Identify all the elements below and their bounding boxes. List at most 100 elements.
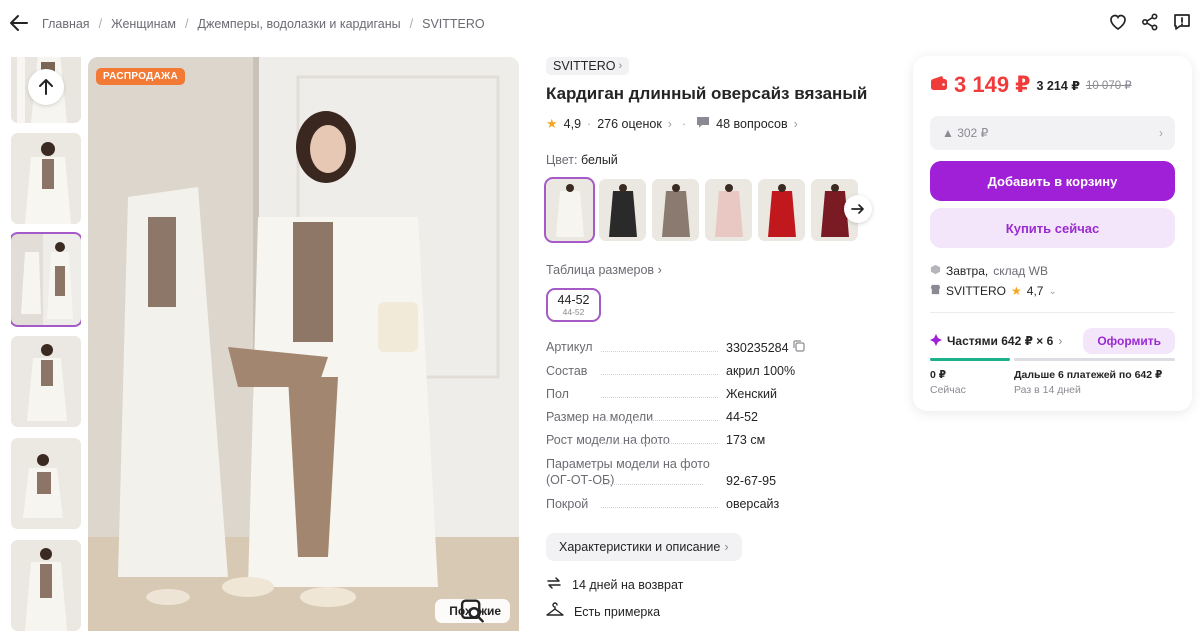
questions-icon bbox=[696, 115, 710, 132]
divider bbox=[930, 312, 1175, 313]
payment-progress-now bbox=[930, 358, 1010, 361]
rating-row: ★ 4,9 · 276 оценок › · 48 вопросов › bbox=[546, 115, 886, 132]
delivery-day: Завтра, bbox=[946, 264, 989, 278]
scroll-up-button[interactable] bbox=[28, 69, 64, 105]
split-payment-icon bbox=[930, 333, 942, 349]
header-actions bbox=[1108, 12, 1192, 32]
spec-value: 44-52 bbox=[726, 410, 758, 424]
main-product-photo[interactable]: РАСПРОДАЖА Похожие bbox=[88, 57, 519, 631]
breadcrumb-item-brand[interactable]: SVITTERO bbox=[422, 17, 485, 31]
breadcrumb: Главная / Женщинам / Джемперы, водолазки… bbox=[42, 17, 485, 31]
thumbnail-image[interactable] bbox=[11, 336, 81, 427]
star-icon: ★ bbox=[546, 115, 558, 131]
product-title: Кардиган длинный оверсайз вязаный bbox=[546, 84, 868, 103]
delivery-warehouse: склад WB bbox=[993, 264, 1048, 278]
size-table-label: Таблица размеров bbox=[546, 263, 655, 277]
spec-row: Размер на модели 44-52 bbox=[546, 410, 846, 424]
chevron-right-icon: › bbox=[667, 116, 672, 131]
breadcrumb-item-home[interactable]: Главная bbox=[42, 17, 90, 31]
brand-link[interactable]: SVITTERO › bbox=[546, 57, 630, 75]
heart-icon[interactable] bbox=[1108, 12, 1128, 32]
schedule-later: Дальше 6 платежей по 642 ₽ Раз в 14 дней bbox=[1014, 369, 1162, 396]
schedule-now-label: Сейчас bbox=[930, 384, 966, 396]
spec-value: 173 см bbox=[726, 433, 766, 447]
chevron-right-icon: › bbox=[618, 60, 623, 72]
spec-key: Артикул bbox=[546, 340, 726, 355]
size-option-sub: 44-52 bbox=[562, 307, 585, 317]
color-label: Цвет: белый bbox=[546, 153, 886, 167]
spec-key: Состав bbox=[546, 364, 726, 378]
color-swatches bbox=[544, 177, 886, 243]
dot-separator: · bbox=[681, 116, 687, 131]
breadcrumb-item-women[interactable]: Женщинам bbox=[111, 17, 176, 31]
split-payment-button[interactable]: Оформить bbox=[1083, 328, 1175, 354]
questions-link[interactable]: 48 вопросов bbox=[716, 117, 787, 131]
seller-info[interactable]: SVITTERO ★ 4,7 ⌄ bbox=[930, 284, 1057, 298]
color-value: белый bbox=[580, 153, 618, 167]
copy-icon[interactable] bbox=[792, 340, 805, 355]
swatches-next-button[interactable] bbox=[844, 195, 872, 223]
color-swatch[interactable] bbox=[705, 179, 752, 241]
hanger-icon bbox=[546, 602, 564, 621]
split-payment-label[interactable]: Частями 642 ₽ × 6 bbox=[947, 334, 1053, 348]
shop-icon bbox=[930, 284, 941, 298]
chevron-right-icon: › bbox=[724, 540, 729, 554]
split-payment-row: Частями 642 ₽ × 6 › Оформить bbox=[930, 328, 1175, 354]
breadcrumb-item-category[interactable]: Джемперы, водолазки и кардиганы bbox=[198, 17, 401, 31]
size-table-link[interactable]: Таблица размеров › bbox=[546, 263, 886, 277]
schedule-now-amount: 0 ₽ bbox=[930, 369, 947, 381]
reviews-link[interactable]: 276 оценок bbox=[597, 117, 662, 131]
color-swatch[interactable] bbox=[599, 179, 646, 241]
product-info: SVITTERO › Кардиган длинный оверсайз вяз… bbox=[544, 57, 886, 621]
price-delta: ▲ 302 ₽ bbox=[942, 126, 989, 140]
schedule-later-label: Раз в 14 дней bbox=[1014, 384, 1081, 396]
price-without-wallet: 3 214 ₽ bbox=[1036, 78, 1080, 93]
schedule-now: 0 ₽ Сейчас bbox=[930, 369, 966, 396]
thumbnail-image[interactable] bbox=[11, 232, 81, 327]
spec-row: Состав акрил 100% bbox=[546, 364, 846, 378]
buy-now-button[interactable]: Купить сейчас bbox=[930, 208, 1175, 248]
chevron-right-icon: › bbox=[1159, 126, 1163, 140]
payment-progress-later bbox=[1014, 358, 1175, 361]
spec-key: Параметры модели на фото (ОГ-ОТ-ОБ) bbox=[546, 457, 710, 487]
spec-row: Параметры модели на фото (ОГ-ОТ-ОБ) 92-6… bbox=[546, 456, 846, 488]
spec-row: Покрой оверсайз bbox=[546, 497, 846, 511]
breadcrumb-separator: / bbox=[98, 17, 103, 31]
similar-button[interactable]: Похожие bbox=[435, 599, 510, 623]
color-swatch[interactable] bbox=[758, 179, 805, 241]
spec-key: Покрой bbox=[546, 497, 726, 511]
star-icon: ★ bbox=[1011, 284, 1022, 298]
share-icon[interactable] bbox=[1140, 12, 1160, 32]
report-icon[interactable] bbox=[1172, 12, 1192, 32]
return-arrows-icon bbox=[546, 575, 562, 594]
spec-row: Рост модели на фото 173 см bbox=[546, 433, 846, 447]
chevron-right-icon: › bbox=[1058, 334, 1063, 348]
price-history-row[interactable]: ▲ 302 ₽ › bbox=[930, 116, 1175, 150]
thumbnail-image[interactable] bbox=[11, 540, 81, 631]
back-arrow-icon[interactable] bbox=[8, 12, 30, 34]
thumbnail-image[interactable] bbox=[11, 133, 81, 224]
price-current: 3 149 ₽ bbox=[954, 72, 1031, 97]
thumbnail-image[interactable] bbox=[11, 438, 81, 529]
size-option[interactable]: 44-52 44-52 bbox=[546, 288, 601, 322]
add-to-cart-button[interactable]: Добавить в корзину bbox=[930, 161, 1175, 201]
price-old: 10 070 ₽ bbox=[1085, 80, 1132, 92]
spec-value: 330235284 bbox=[726, 340, 805, 355]
spec-value: акрил 100% bbox=[726, 364, 796, 378]
wallet-icon bbox=[930, 75, 948, 96]
delivery-info: Завтра, склад WB bbox=[930, 264, 1048, 278]
perk-fitting: Есть примерка bbox=[546, 602, 886, 621]
sale-badge: РАСПРОДАЖА bbox=[96, 68, 185, 85]
color-label-text: Цвет: bbox=[546, 153, 578, 167]
price-row: 3 149 ₽ 3 214 ₽ 10 070 ₽ bbox=[930, 72, 1132, 98]
breadcrumb-separator: / bbox=[185, 17, 189, 31]
chevron-down-icon: ⌄ bbox=[1048, 285, 1057, 297]
box-icon bbox=[930, 264, 941, 278]
description-button[interactable]: Характеристики и описание › bbox=[546, 533, 742, 561]
spec-key: Рост модели на фото bbox=[546, 433, 726, 447]
perk-fitting-label: Есть примерка bbox=[574, 604, 661, 619]
color-swatch[interactable] bbox=[544, 177, 595, 243]
schedule-later-amount: Дальше 6 платежей по 642 ₽ bbox=[1014, 369, 1163, 381]
spec-value: оверсайз bbox=[726, 497, 780, 511]
color-swatch[interactable] bbox=[652, 179, 699, 241]
